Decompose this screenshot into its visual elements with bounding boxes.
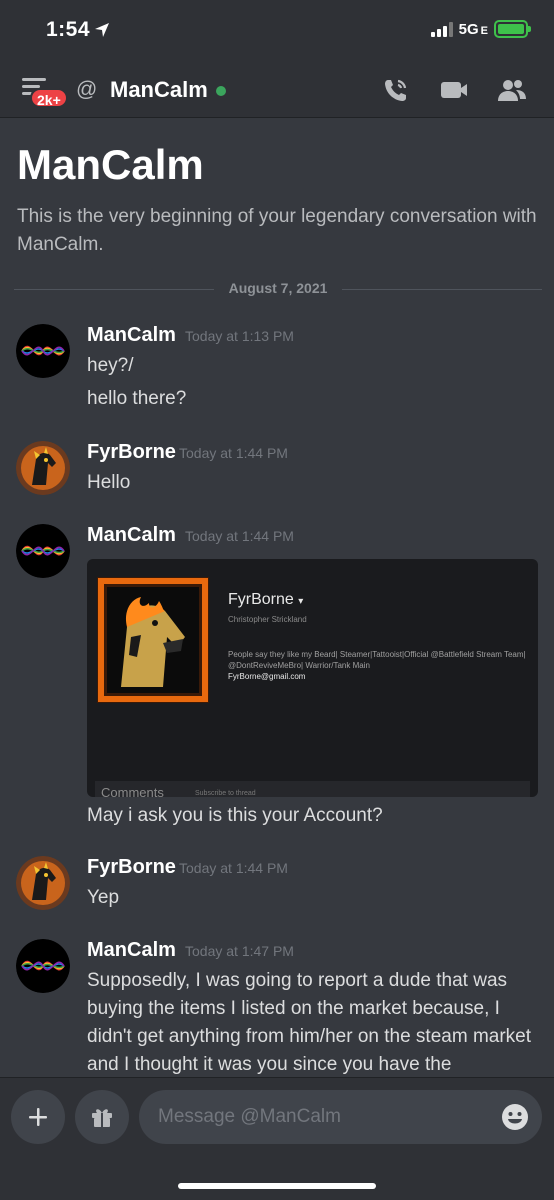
- phone-call-icon[interactable]: [380, 74, 412, 106]
- message-text: Supposedly, I was going to report a dude…: [87, 970, 532, 1075]
- video-camera-icon[interactable]: [438, 74, 470, 106]
- avatar[interactable]: [16, 524, 70, 578]
- members-icon[interactable]: [496, 74, 528, 106]
- message-item[interactable]: ManCalm Today at 1:44 PM FyrBorne ▾ Chri…: [0, 524, 554, 834]
- message-item[interactable]: FyrBorne Today at 1:44 PM Hello: [0, 441, 554, 501]
- gift-icon: [92, 1109, 112, 1127]
- location-arrow-icon: [95, 23, 109, 37]
- embed-bio: People say they like my Beard| Steamer|T…: [228, 650, 526, 670]
- at-icon: @: [76, 78, 98, 101]
- message-input[interactable]: [158, 1090, 498, 1144]
- cellular-signal-icon: [430, 21, 453, 37]
- avatar[interactable]: [16, 441, 70, 495]
- image-attachment[interactable]: FyrBorne ▾ Christopher Strickland People…: [87, 559, 538, 797]
- notification-badge: 2k+: [30, 88, 68, 108]
- message-input-container[interactable]: [139, 1090, 542, 1144]
- message-text: May i ask you is this your Account?: [87, 805, 383, 826]
- embed-username: FyrBorne ▾: [228, 591, 304, 608]
- avatar[interactable]: [16, 939, 70, 993]
- embed-subscribe-label: Subscribe to thread: [195, 790, 256, 797]
- avatar[interactable]: [16, 324, 70, 378]
- online-status-dot: [216, 86, 226, 96]
- embed-footer: Comments Subscribe to thread: [95, 781, 530, 797]
- add-attachment-button[interactable]: [11, 1090, 65, 1144]
- plus-icon: [29, 1108, 47, 1126]
- message-timestamp: Today at 1:44 PM: [179, 445, 288, 461]
- message-list[interactable]: ManCalm This is the very beginning of yo…: [0, 119, 554, 1077]
- message-timestamp: Today at 1:13 PM: [185, 328, 294, 344]
- channel-header: 2k+ @ ManCalm: [0, 62, 554, 118]
- message-text: hello there?: [87, 388, 187, 409]
- message-text: Yep: [87, 887, 120, 908]
- network-type: 5G E: [458, 20, 488, 38]
- embed-email: FyrBorne@gmail.com: [228, 672, 306, 681]
- battery-icon: [494, 20, 531, 38]
- channel-title[interactable]: ManCalm: [110, 77, 208, 103]
- message-composer: [0, 1077, 554, 1200]
- embed-comments-label: Comments: [101, 785, 164, 797]
- date-divider: August 7, 2021: [14, 280, 542, 300]
- message-author[interactable]: ManCalm: [87, 324, 176, 347]
- message-item[interactable]: ManCalm Today at 1:13 PM hey?/ hello the…: [0, 324, 554, 424]
- message-author[interactable]: ManCalm: [87, 939, 176, 962]
- date-divider-label: August 7, 2021: [228, 280, 328, 296]
- message-author[interactable]: FyrBorne: [87, 441, 176, 464]
- status-time: 1:54: [46, 18, 91, 41]
- message-item[interactable]: FyrBorne Today at 1:44 PM Yep: [0, 856, 554, 916]
- status-bar: 1:54 5G E: [0, 0, 554, 62]
- message-author[interactable]: ManCalm: [87, 524, 176, 547]
- message-timestamp: Today at 1:44 PM: [185, 528, 294, 544]
- message-timestamp: Today at 1:44 PM: [179, 860, 288, 876]
- message-item[interactable]: ManCalm Today at 1:47 PM Supposedly, I w…: [0, 939, 554, 1077]
- conversation-intro: This is the very beginning of your legen…: [17, 206, 537, 255]
- message-text: hey?/: [87, 355, 134, 376]
- message-text: Hello: [87, 472, 131, 493]
- gift-button[interactable]: [75, 1090, 129, 1144]
- conversation-title: ManCalm: [17, 141, 204, 188]
- message-author[interactable]: FyrBorne: [87, 856, 176, 879]
- message-timestamp: Today at 1:47 PM: [185, 943, 294, 959]
- embed-real-name: Christopher Strickland: [228, 615, 307, 624]
- home-indicator[interactable]: [178, 1183, 376, 1189]
- emoji-icon[interactable]: [501, 1103, 529, 1131]
- avatar[interactable]: [16, 856, 70, 910]
- profile-artwork: [97, 577, 209, 703]
